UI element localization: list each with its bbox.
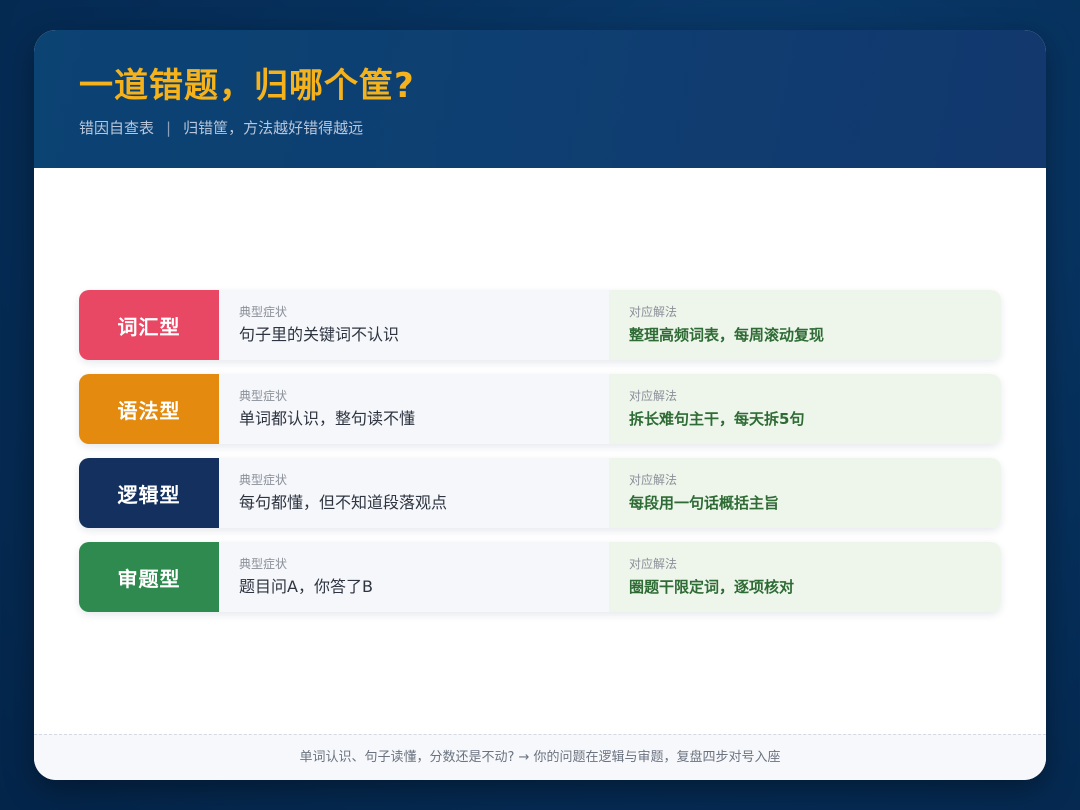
solution-label: 对应解法 xyxy=(629,389,678,403)
symptom-label: 典型症状 xyxy=(239,473,288,487)
symptom-cell: 典型症状 单词都认识，整句读不懂 xyxy=(219,374,609,444)
solution-label: 对应解法 xyxy=(629,473,678,487)
header: 一道错题，归哪个筐? 错因自查表 | 归错筐，方法越好错得越远 xyxy=(34,30,1046,168)
solution-cell: 对应解法 整理高频词表，每周滚动复现 xyxy=(609,290,1001,360)
main-card: 一道错题，归哪个筐? 错因自查表 | 归错筐，方法越好错得越远 词汇型 典型症状 句… xyxy=(34,30,1046,780)
symptom-label: 典型症状 xyxy=(239,305,288,319)
solution-cell: 对应解法 圈题干限定词，逐项核对 xyxy=(609,542,1001,612)
solution-label: 对应解法 xyxy=(629,305,678,319)
subtitle-separator: | xyxy=(166,119,172,137)
symptom-text: 句子里的关键词不认识 xyxy=(239,325,400,344)
subtitle-right: 归错筐，方法越好错得越远 xyxy=(183,119,364,137)
symptom-label: 典型症状 xyxy=(239,557,288,571)
subtitle-left: 错因自查表 xyxy=(79,119,155,137)
tag-question-reading: 审题型 xyxy=(79,542,219,612)
error-type-table: 词汇型 典型症状 句子里的关键词不认识 对应解法 整理高频词表，每周滚动复现 语… xyxy=(79,290,1001,626)
symptom-cell: 典型症状 每句都懂，但不知道段落观点 xyxy=(219,458,609,528)
row-question-reading: 审题型 典型症状 题目问A，你答了B 对应解法 圈题干限定词，逐项核对 xyxy=(79,542,1001,612)
row-grammar: 语法型 典型症状 单词都认识，整句读不懂 对应解法 拆长难句主干，每天拆5句 xyxy=(79,374,1001,444)
symptom-cell: 典型症状 句子里的关键词不认识 xyxy=(219,290,609,360)
row-logic: 逻辑型 典型症状 每句都懂，但不知道段落观点 对应解法 每段用一句话概括主旨 xyxy=(79,458,1001,528)
solution-cell: 对应解法 每段用一句话概括主旨 xyxy=(609,458,1001,528)
tag-logic: 逻辑型 xyxy=(79,458,219,528)
solution-text: 拆长难句主干，每天拆5句 xyxy=(629,410,805,428)
symptom-text: 单词都认识，整句读不懂 xyxy=(239,409,416,428)
solution-label: 对应解法 xyxy=(629,557,678,571)
page-subtitle: 错因自查表 | 归错筐，方法越好错得越远 xyxy=(79,118,1046,138)
symptom-cell: 典型症状 题目问A，你答了B xyxy=(219,542,609,612)
solution-text: 整理高频词表，每周滚动复现 xyxy=(629,326,825,344)
solution-cell: 对应解法 拆长难句主干，每天拆5句 xyxy=(609,374,1001,444)
symptom-text: 每句都懂，但不知道段落观点 xyxy=(239,493,448,512)
solution-text: 每段用一句话概括主旨 xyxy=(629,494,780,512)
symptom-text: 题目问A，你答了B xyxy=(239,577,373,596)
solution-text: 圈题干限定词，逐项核对 xyxy=(629,578,795,596)
page-title: 一道错题，归哪个筐? xyxy=(79,66,415,106)
tag-vocabulary: 词汇型 xyxy=(79,290,219,360)
footer-note: 单词认识、句子读懂，分数还是不动? → 你的问题在逻辑与审题，复盘四步对号入座 xyxy=(34,734,1046,780)
tag-grammar: 语法型 xyxy=(79,374,219,444)
row-vocabulary: 词汇型 典型症状 句子里的关键词不认识 对应解法 整理高频词表，每周滚动复现 xyxy=(79,290,1001,360)
symptom-label: 典型症状 xyxy=(239,389,288,403)
